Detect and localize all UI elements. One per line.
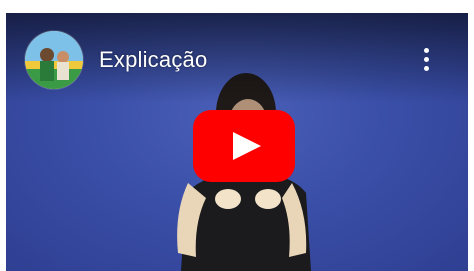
youtube-play-icon[interactable] [193, 110, 295, 182]
video-player[interactable]: Explicação [6, 13, 468, 271]
video-title[interactable]: Explicação [99, 47, 207, 73]
menu-dot [423, 56, 429, 62]
embed-frame: Explicação [0, 0, 474, 271]
avatar-image [25, 31, 83, 89]
more-vert-icon[interactable] [414, 43, 438, 75]
menu-dot [423, 65, 429, 71]
menu-dot [423, 47, 429, 53]
channel-avatar[interactable] [25, 31, 83, 89]
